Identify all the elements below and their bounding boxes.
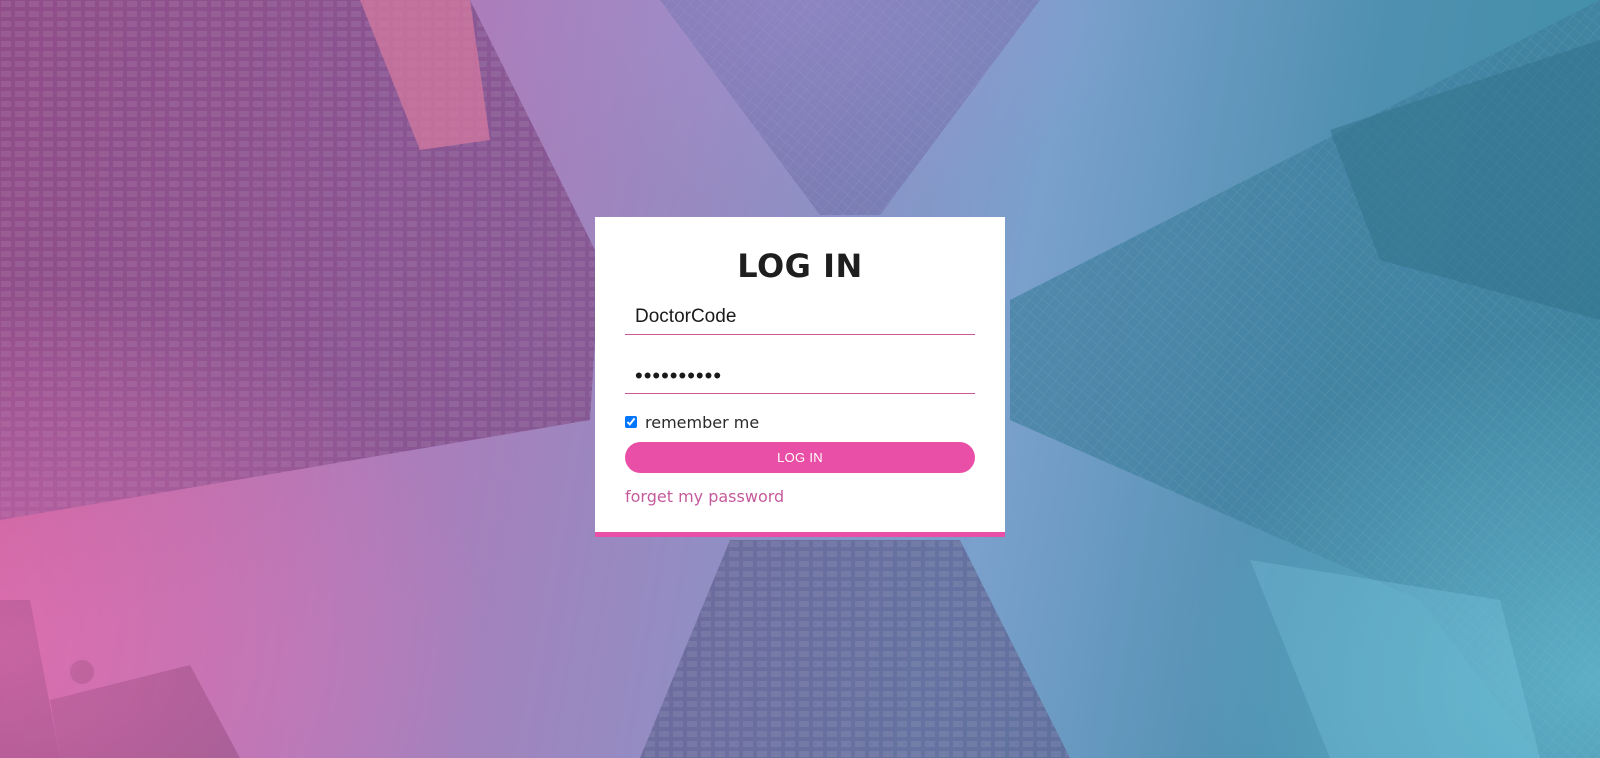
remember-me-row[interactable]: remember me [625, 411, 759, 433]
login-card: LOG IN remember me LOG IN forget my pass… [595, 217, 1005, 537]
login-page: LOG IN remember me LOG IN forget my pass… [0, 0, 1600, 758]
forgot-password-link[interactable]: forget my password [625, 487, 784, 506]
remember-me-checkbox[interactable] [625, 416, 637, 428]
login-title: LOG IN [737, 247, 863, 285]
login-button[interactable]: LOG IN [625, 442, 975, 473]
remember-me-label: remember me [645, 412, 760, 432]
password-input[interactable] [625, 358, 975, 394]
username-input[interactable] [625, 299, 975, 335]
